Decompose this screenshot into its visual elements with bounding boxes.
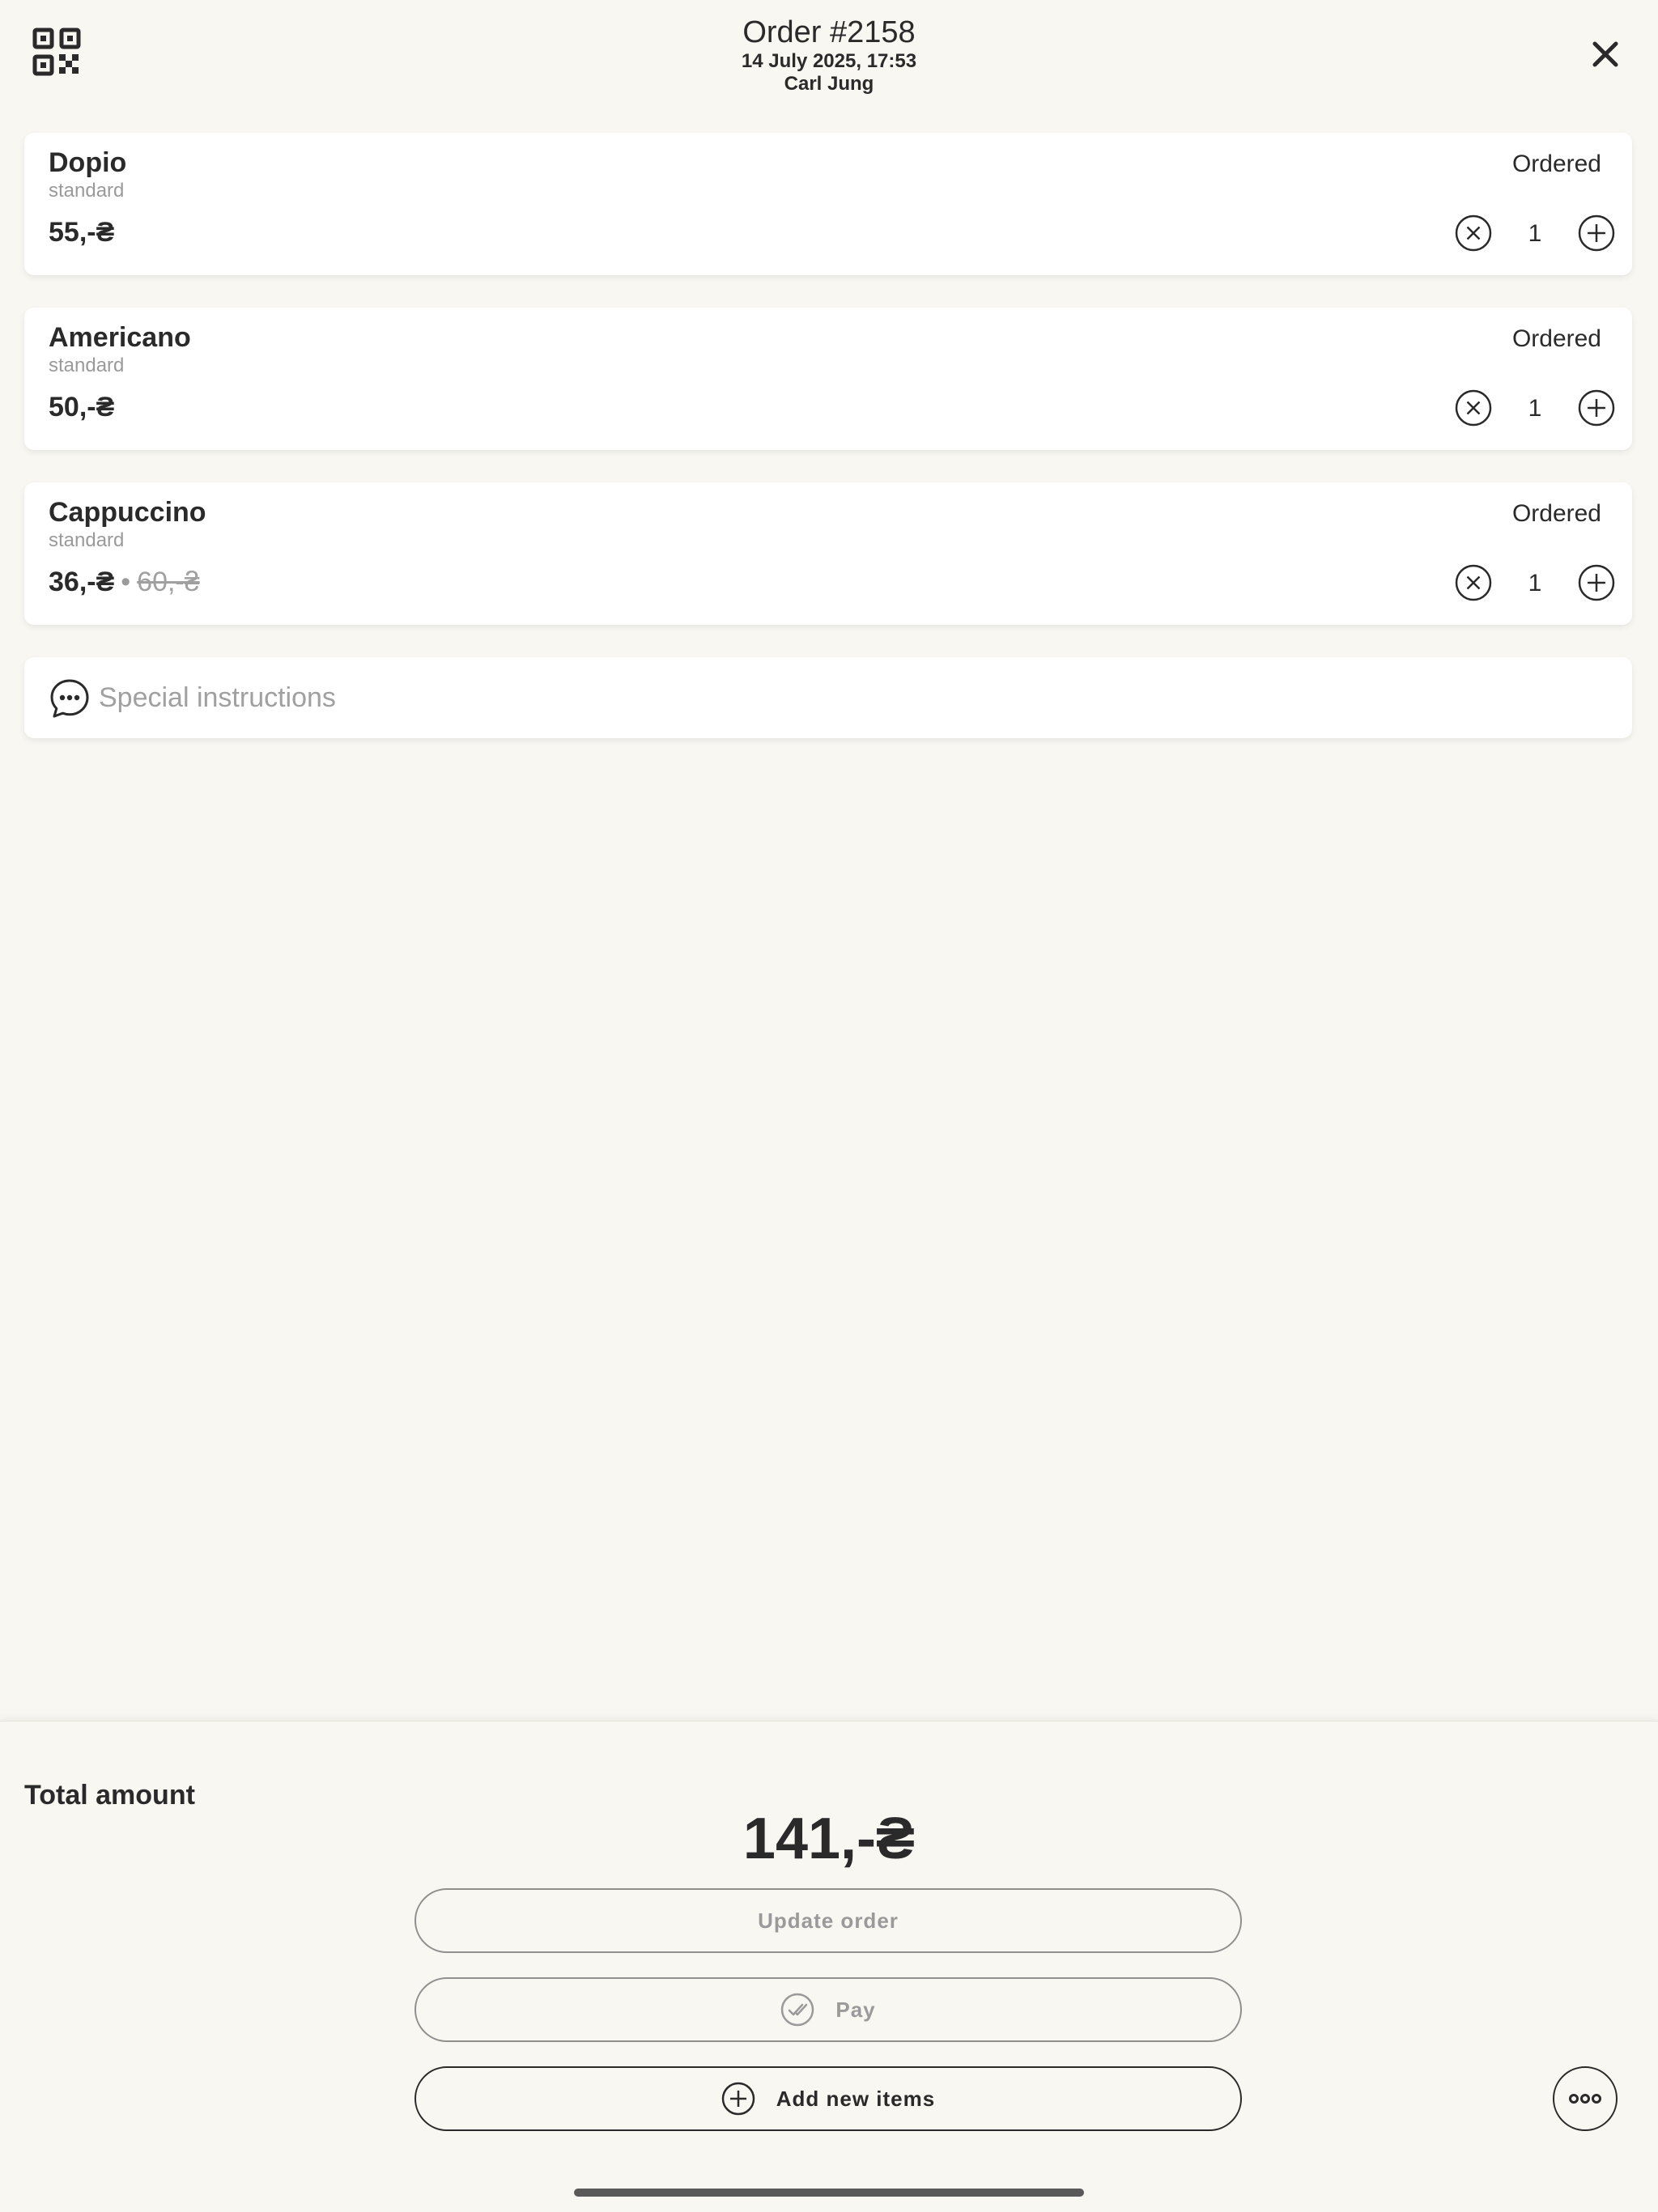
remove-circle-icon	[1455, 564, 1492, 601]
order-footer: Total amount 141,-₴ Update order Pay Add…	[0, 1721, 1658, 2212]
home-indicator	[574, 2189, 1084, 2197]
item-price-block: 50,-₴	[49, 392, 114, 423]
total-amount-value: 141,-₴	[742, 1807, 916, 1871]
item-name: Americano	[49, 322, 191, 353]
remove-circle-icon	[1455, 389, 1492, 427]
remove-item-button[interactable]	[1454, 563, 1493, 602]
special-instructions-card	[24, 657, 1632, 738]
order-item-card: Cappuccino standard Ordered 36,-₴ • 60,-₴ …	[24, 482, 1632, 625]
update-order-label: Update order	[758, 1908, 899, 1933]
price-separator: •	[121, 567, 131, 597]
item-status: Ordered	[1511, 500, 1601, 527]
double-check-circle-icon	[781, 1993, 814, 2027]
order-summary-header: Order #2158 14 July 2025, 17:53 Carl Jun…	[0, 15, 1658, 96]
item-variant: standard	[49, 355, 125, 376]
item-price: 50,-₴	[49, 392, 115, 422]
add-circle-icon	[1578, 564, 1615, 601]
increase-quantity-button[interactable]	[1577, 563, 1616, 602]
item-name: Dopio	[49, 147, 127, 178]
add-new-items-button[interactable]: Add new items	[414, 2066, 1242, 2131]
item-name: Cappuccino	[49, 497, 206, 528]
order-item-card: Dopio standard Ordered 55,-₴ 1	[24, 133, 1632, 275]
pay-button[interactable]: Pay	[414, 1977, 1242, 2042]
remove-circle-icon	[1455, 214, 1492, 252]
quantity-stepper: 1	[1454, 563, 1616, 604]
add-circle-icon	[1578, 389, 1615, 427]
increase-quantity-button[interactable]	[1577, 388, 1616, 427]
add-circle-icon	[721, 2082, 755, 2116]
order-customer: Carl Jung	[784, 73, 874, 95]
increase-quantity-button[interactable]	[1577, 214, 1616, 253]
quantity-stepper: 1	[1454, 388, 1616, 429]
item-price-block: 55,-₴	[49, 217, 114, 248]
chat-bubble-icon	[49, 677, 91, 720]
remove-item-button[interactable]	[1454, 214, 1493, 253]
order-header: Order #2158 14 July 2025, 17:53 Carl Jun…	[0, 0, 1658, 113]
order-date: 14 July 2025, 17:53	[741, 50, 917, 72]
item-price-block: 36,-₴ • 60,-₴	[49, 567, 200, 598]
quantity-stepper: 1	[1454, 214, 1616, 254]
more-options-icon[interactable]	[1553, 2066, 1618, 2131]
quantity-value: 1	[1528, 395, 1542, 422]
item-price: 36,-₴	[49, 567, 115, 597]
item-variant: standard	[49, 180, 125, 202]
item-variant: standard	[49, 529, 125, 551]
quantity-value: 1	[1528, 570, 1542, 597]
close-icon[interactable]	[1585, 34, 1626, 74]
pay-label: Pay	[835, 1997, 876, 2022]
update-order-button[interactable]: Update order	[414, 1888, 1242, 1953]
item-original-price: 60,-₴	[137, 567, 200, 597]
item-status: Ordered	[1511, 325, 1601, 352]
item-status: Ordered	[1511, 151, 1601, 177]
add-circle-icon	[1578, 214, 1615, 252]
quantity-value: 1	[1528, 220, 1542, 247]
special-instructions-input[interactable]	[99, 675, 1596, 720]
item-price: 55,-₴	[49, 217, 115, 248]
order-title: Order #2158	[742, 15, 916, 49]
remove-item-button[interactable]	[1454, 388, 1493, 427]
order-item-card: Americano standard Ordered 50,-₴ 1	[24, 308, 1632, 450]
add-new-items-label: Add new items	[776, 2086, 936, 2111]
